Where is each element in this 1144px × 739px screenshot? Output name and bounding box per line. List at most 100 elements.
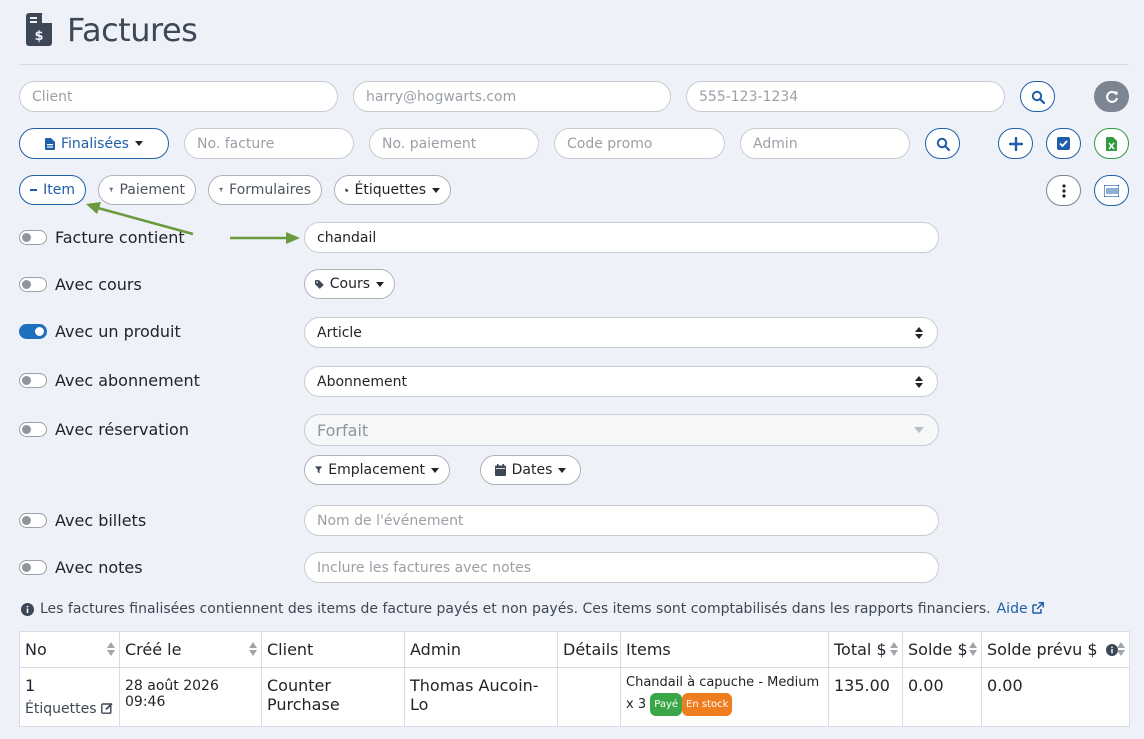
tags-filter-dropdown[interactable]: Étiquettes (334, 175, 451, 205)
barcode-button[interactable] (1094, 175, 1129, 206)
help-link[interactable]: Aide (997, 601, 1044, 617)
chevron-down-icon (558, 467, 567, 473)
reset-button[interactable] (1094, 81, 1129, 112)
payment-number-input[interactable] (369, 128, 539, 159)
with-courses-label: Avec cours (55, 275, 142, 294)
courses-label: Cours (329, 276, 370, 292)
vertical-dots-icon (1061, 183, 1066, 198)
with-subscription-label: Avec abonnement (55, 371, 200, 390)
product-select-value: Article (317, 324, 362, 341)
phone-search-input[interactable] (686, 81, 1005, 112)
invoices-table: No Créé le Client Admin Détails Items To… (19, 631, 1130, 727)
location-filter-dropdown[interactable]: Emplacement (304, 455, 450, 485)
tag-icon (345, 188, 349, 192)
with-product-toggle[interactable] (19, 324, 47, 339)
cell-balance: 0.00 (902, 667, 982, 727)
with-reservation-toggle[interactable] (19, 422, 47, 437)
item-filter-button[interactable]: Item (19, 175, 86, 205)
event-name-input[interactable] (304, 505, 939, 536)
package-select-value: Forfait (317, 420, 369, 440)
admin-input[interactable] (740, 128, 910, 159)
info-message: Les factures finalisées contiennent des … (21, 601, 1044, 617)
email-search-input[interactable] (353, 81, 671, 112)
chevron-down-icon (914, 427, 924, 433)
search-button[interactable] (1020, 81, 1055, 112)
divider (19, 64, 1129, 65)
excel-export-button[interactable] (1094, 128, 1129, 159)
chevron-down-icon (431, 467, 439, 473)
status-label: Finalisées (61, 135, 129, 152)
invoice-number[interactable]: 1 (25, 676, 35, 695)
cell-created: 28 août 2026 09:46 (119, 667, 262, 727)
dates-dropdown[interactable]: Dates (480, 455, 581, 485)
notes-input[interactable] (304, 552, 939, 583)
select-all-button[interactable] (1046, 128, 1081, 159)
cell-admin: Thomas Aucoin-Lo (404, 667, 558, 727)
promo-code-input[interactable] (554, 128, 725, 159)
subscription-select[interactable]: Abonnement (304, 366, 938, 397)
with-courses-toggle[interactable] (19, 277, 47, 292)
col-header-total[interactable]: Total $ (828, 631, 903, 668)
courses-dropdown[interactable]: Cours (304, 269, 395, 299)
sort-icon (1117, 642, 1125, 656)
chevron-down-icon (134, 141, 143, 146)
tag-icon (315, 279, 324, 289)
edit-icon (101, 702, 113, 714)
sort-icon (890, 642, 898, 656)
col-header-items: Items (620, 631, 829, 668)
location-label: Emplacement (328, 462, 425, 478)
svg-text:$: $ (34, 29, 43, 44)
cell-details (557, 667, 621, 727)
tags-filter-label: Étiquettes (354, 182, 426, 198)
invoice-contains-toggle[interactable] (19, 230, 47, 245)
cell-no: 1 Étiquettes (19, 667, 120, 727)
col-header-expected-balance[interactable]: Solde prévu $ (981, 631, 1130, 668)
item-filter-label: Item (43, 182, 75, 198)
paid-badge: Payé (650, 693, 683, 716)
search-icon (936, 137, 950, 151)
refresh-icon (1105, 90, 1118, 103)
with-tickets-label: Avec billets (55, 511, 147, 530)
with-reservation-label: Avec réservation (55, 420, 189, 439)
table-row[interactable]: 1 Étiquettes 28 août 2026 09:46 Counter … (19, 667, 1130, 727)
page-title: Factures (67, 11, 198, 49)
select-arrows-icon (915, 326, 923, 339)
col-header-balance[interactable]: Solde $ (902, 631, 982, 668)
with-tickets-toggle[interactable] (19, 513, 47, 528)
col-header-no[interactable]: No (19, 631, 120, 668)
package-select[interactable]: Forfait (304, 414, 939, 446)
more-options-button[interactable] (1046, 175, 1081, 206)
col-header-created[interactable]: Créé le (119, 631, 262, 668)
cell-total: 135.00 (828, 667, 903, 727)
cell-items: Chandail à capuche - Medium x 3 Payé En s… (620, 667, 829, 727)
status-dropdown[interactable]: Finalisées (19, 128, 169, 159)
table-header-row: No Créé le Client Admin Détails Items To… (19, 631, 1130, 668)
select-arrows-icon (915, 375, 923, 388)
stock-badge: En stock (682, 693, 733, 716)
plus-icon (1008, 136, 1023, 151)
with-notes-label: Avec notes (55, 558, 143, 577)
sort-icon (249, 642, 257, 656)
checkbox-icon (1057, 137, 1070, 150)
cell-client: Counter Purchase (261, 667, 405, 727)
product-select[interactable]: Article (304, 317, 938, 348)
with-notes-toggle[interactable] (19, 560, 47, 575)
col-header-admin: Admin (404, 631, 558, 668)
add-invoice-button[interactable] (998, 128, 1033, 159)
invoice-dollar-icon: $ (26, 13, 52, 46)
with-subscription-toggle[interactable] (19, 373, 47, 388)
col-header-client: Client (261, 631, 405, 668)
invoice-number-input[interactable] (184, 128, 354, 159)
minus-icon (30, 189, 38, 191)
tags-edit-link[interactable]: Étiquettes (25, 701, 114, 717)
search-icon (1031, 90, 1045, 104)
sort-icon (107, 642, 115, 656)
search-button-2[interactable] (925, 128, 960, 159)
info-text: Les factures finalisées contiennent des … (40, 601, 991, 617)
external-link-icon (1032, 602, 1044, 614)
info-icon (1105, 644, 1118, 656)
client-search-input[interactable] (19, 81, 338, 112)
with-product-label: Avec un produit (55, 322, 181, 341)
subscription-select-value: Abonnement (317, 373, 408, 390)
invoice-contains-input[interactable] (304, 222, 939, 253)
